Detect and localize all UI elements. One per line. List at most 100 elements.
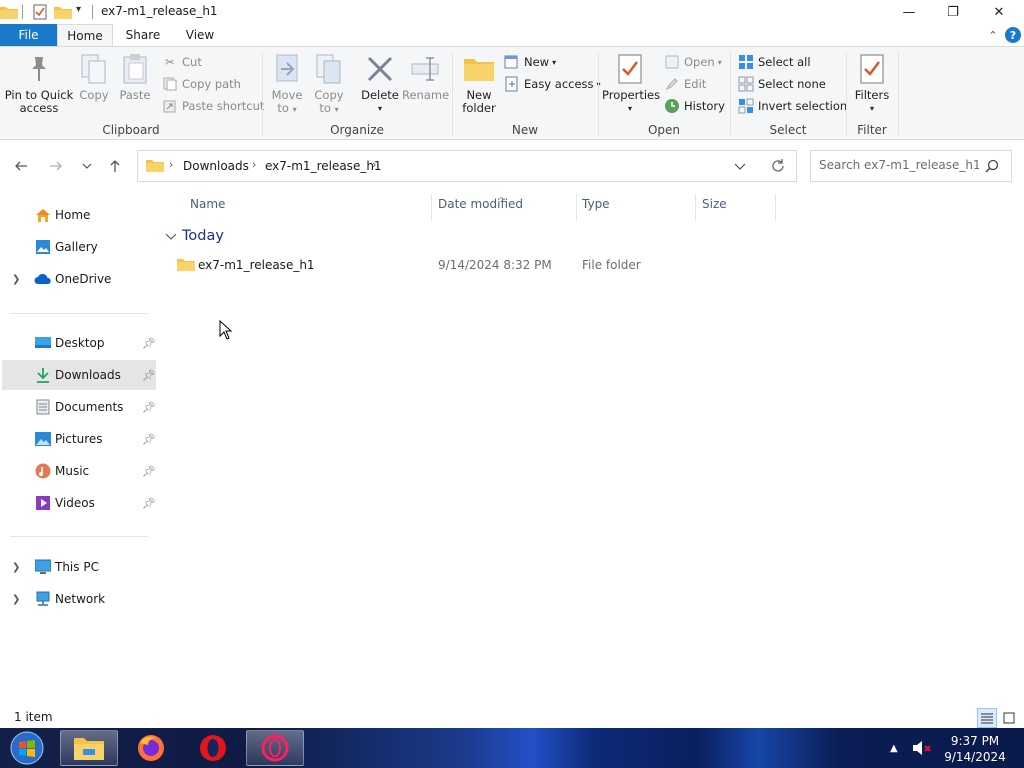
- minimize-button[interactable]: —: [886, 0, 932, 24]
- expand-chevron-icon[interactable]: ❯: [12, 562, 20, 573]
- nav-item-music[interactable]: Music 📌︎: [2, 456, 156, 486]
- taskbar-file-explorer[interactable]: [60, 730, 118, 766]
- nav-item-onedrive[interactable]: ❯ OneDrive: [2, 264, 156, 294]
- up-button[interactable]: [104, 155, 126, 177]
- pin-icon[interactable]: 📌︎: [142, 433, 156, 446]
- new-group-label: New: [511, 123, 539, 137]
- invert-selection-icon: [738, 98, 754, 114]
- tab-home[interactable]: Home: [57, 24, 113, 47]
- details-view-button[interactable]: [977, 708, 997, 728]
- nav-item-documents[interactable]: Documents 📌︎: [2, 392, 156, 422]
- filters-button[interactable]: Filters ▾: [852, 53, 892, 115]
- pin-icon[interactable]: 📌︎: [142, 401, 156, 414]
- back-button[interactable]: [10, 155, 32, 177]
- nav-item-network[interactable]: ❯ Network: [2, 584, 156, 614]
- recent-locations-button[interactable]: [76, 155, 98, 177]
- refresh-icon[interactable]: [770, 158, 786, 177]
- breadcrumb-chevron-icon[interactable]: ›: [252, 158, 256, 171]
- copy-button[interactable]: Copy: [76, 53, 112, 102]
- help-icon[interactable]: ?: [1005, 27, 1021, 43]
- address-dropdown-icon[interactable]: [734, 160, 746, 174]
- select-none-button[interactable]: Select none: [738, 74, 826, 94]
- search-input[interactable]: [819, 158, 979, 172]
- select-all-button[interactable]: Select all: [738, 52, 811, 72]
- pin-icon[interactable]: 📌︎: [142, 337, 156, 350]
- restore-button[interactable]: ❐: [930, 0, 976, 24]
- copy-icon: [78, 53, 110, 85]
- nav-item-gallery[interactable]: Gallery: [2, 232, 156, 262]
- nav-item-videos[interactable]: Videos 📌︎: [2, 488, 156, 518]
- forward-button[interactable]: [45, 155, 67, 177]
- paste-shortcut-button[interactable]: Paste shortcut: [162, 96, 264, 116]
- show-hidden-icons-button[interactable]: ▲: [890, 728, 898, 768]
- edit-button[interactable]: Edit: [664, 74, 706, 94]
- group-header-today[interactable]: Today: [165, 228, 224, 244]
- windows-orb-icon: [10, 731, 44, 765]
- rename-button[interactable]: Rename: [402, 53, 449, 102]
- nav-item-downloads[interactable]: Downloads 📌︎: [2, 360, 156, 390]
- nav-item-home[interactable]: Home: [2, 200, 156, 230]
- tab-share[interactable]: Share: [118, 24, 168, 46]
- nav-item-this-pc[interactable]: ❯ This PC: [2, 552, 156, 582]
- start-button[interactable]: [6, 730, 48, 766]
- copy-to-button[interactable]: Copy to ▾: [310, 53, 348, 116]
- back-arrow-icon: [15, 161, 27, 171]
- delete-x-icon: [364, 53, 396, 85]
- copy-path-button[interactable]: Copy path: [162, 74, 241, 94]
- file-explorer-icon: [74, 738, 104, 760]
- history-button[interactable]: History: [664, 96, 725, 116]
- properties-button[interactable]: Properties ▾: [602, 53, 660, 115]
- large-icons-view-icon: [1003, 712, 1015, 724]
- search-icon[interactable]: [985, 159, 999, 176]
- invert-selection-button[interactable]: Invert selection: [738, 96, 847, 116]
- cut-button[interactable]: ✂ Cut: [162, 52, 202, 72]
- taskbar-firefox[interactable]: [122, 730, 180, 766]
- column-header-date-modified[interactable]: Date modified: [438, 197, 523, 217]
- edit-icon: [664, 76, 680, 92]
- opera-gx-icon: [261, 734, 289, 762]
- expand-chevron-icon[interactable]: ❯: [12, 274, 20, 285]
- paste-button[interactable]: Paste: [116, 53, 154, 102]
- select-all-icon: [738, 54, 754, 70]
- pin-icon[interactable]: 📌︎: [142, 465, 156, 478]
- file-name[interactable]: ex7-m1_release_h1: [198, 258, 315, 272]
- properties-quick-access-icon[interactable]: [32, 4, 48, 20]
- column-header-type[interactable]: Type: [582, 197, 610, 217]
- breadcrumb-chevron-icon[interactable]: ›: [372, 158, 376, 171]
- breadcrumb-chevron-icon[interactable]: ›: [169, 158, 173, 171]
- new-folder-quick-access-icon[interactable]: [54, 4, 72, 20]
- move-to-button[interactable]: Move to ▾: [268, 53, 306, 116]
- clock-date: 9/14/2024: [944, 750, 1006, 764]
- customize-quick-access-icon[interactable]: ▾: [76, 4, 88, 20]
- column-header-name[interactable]: Name: [190, 197, 225, 217]
- expand-chevron-icon[interactable]: ❯: [12, 594, 20, 605]
- open-button[interactable]: Open ▾: [664, 52, 722, 72]
- pin-to-quick-access-button[interactable]: Pin to Quick access: [4, 53, 74, 115]
- breadcrumb-current-folder[interactable]: ex7-m1_release_h1: [265, 159, 382, 173]
- column-header-size[interactable]: Size: [702, 197, 727, 217]
- chevron-up-icon[interactable]: ▲: [890, 743, 898, 754]
- large-icons-view-button[interactable]: [999, 708, 1019, 728]
- taskbar-clock[interactable]: 9:37 PM 9/14/2024: [940, 733, 1010, 765]
- minimize-ribbon-icon[interactable]: ⌃: [985, 27, 1001, 43]
- breadcrumb-downloads[interactable]: Downloads: [183, 159, 249, 173]
- filters-icon: [856, 53, 888, 85]
- computer-icon: [34, 558, 52, 576]
- pin-icon[interactable]: 📌︎: [142, 497, 156, 510]
- tab-file[interactable]: File: [0, 24, 57, 46]
- nav-item-pictures[interactable]: Pictures 📌︎: [2, 424, 156, 454]
- address-bar[interactable]: › Downloads › ex7-m1_release_h1 ›: [137, 150, 797, 182]
- pin-icon[interactable]: 📌︎: [142, 369, 156, 382]
- volume-muted-icon[interactable]: [912, 728, 932, 768]
- taskbar-opera[interactable]: [184, 730, 242, 766]
- tab-view[interactable]: View: [175, 24, 225, 46]
- delete-button[interactable]: Delete ▾: [358, 53, 402, 115]
- new-item-button[interactable]: New ▾: [504, 52, 556, 72]
- easy-access-button[interactable]: Easy access▾: [504, 74, 601, 94]
- file-row[interactable]: ex7-m1_release_h1 9/14/2024 8:32 PM File…: [170, 253, 770, 277]
- close-button[interactable]: ✕: [976, 0, 1022, 24]
- new-folder-button[interactable]: New folder: [458, 53, 500, 115]
- move-to-icon: [271, 53, 303, 85]
- nav-item-desktop[interactable]: Desktop 📌︎: [2, 328, 156, 358]
- taskbar-opera-gx[interactable]: [246, 730, 304, 766]
